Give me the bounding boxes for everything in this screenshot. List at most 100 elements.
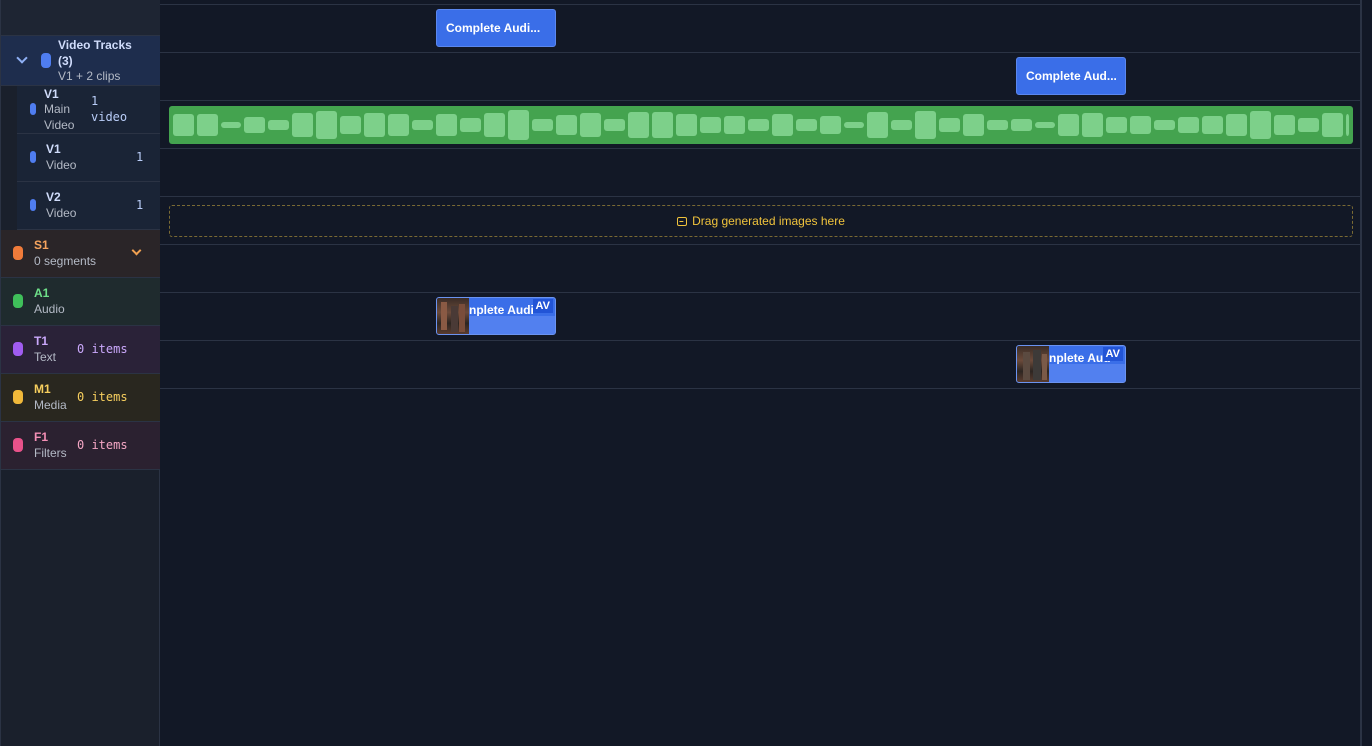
track-id: V2 (46, 190, 61, 204)
waveform-bar (1322, 113, 1343, 137)
waveform-bar (1011, 119, 1032, 131)
track-color-dot (13, 246, 23, 260)
timeline-lane-v2 (160, 149, 1360, 197)
waveform-bar (1346, 114, 1349, 136)
track-t1[interactable]: T1 Text 0 items (1, 326, 160, 374)
av-badge: AV (1102, 347, 1123, 361)
waveform-bar (652, 112, 673, 138)
waveform-bar (628, 112, 649, 138)
main-video-waveform[interactable] (169, 106, 1353, 144)
track-v2[interactable]: V2 Video 1 (17, 182, 160, 230)
timeline-area[interactable]: Complete Audi... Complete Aud... Drag ge… (160, 0, 1360, 746)
waveform-bar (604, 119, 625, 131)
track-color-dot (30, 103, 36, 115)
waveform-bar (268, 120, 289, 130)
track-type: 0 segments (34, 254, 97, 268)
waveform-bar (1178, 117, 1199, 133)
track-type: Audio (34, 302, 65, 316)
track-type: Video (46, 206, 77, 220)
waveform-bar (197, 114, 218, 136)
waveform-bar (1226, 114, 1247, 136)
track-count: 0 items (77, 342, 128, 356)
track-count: 1 (136, 150, 144, 164)
track-color-dot (30, 151, 36, 163)
track-m1[interactable]: M1 Media 0 items (1, 374, 160, 422)
track-type: Text (34, 350, 57, 364)
waveform-bar (1274, 115, 1295, 135)
waveform-bar (820, 116, 841, 134)
av-clip[interactable]: nplete Audi AV (436, 297, 556, 335)
timeline-lane-av-1: nplete Audi AV (160, 293, 1360, 341)
track-f1[interactable]: F1 Filters 0 items (1, 422, 160, 470)
waveform-bar (436, 114, 457, 136)
track-id: V1 (44, 87, 59, 101)
waveform-bar (460, 118, 481, 132)
track-id: V1 (46, 142, 61, 156)
timeline-lane-clip-1: Complete Audi... (160, 5, 1360, 53)
waveform-bar (891, 120, 912, 130)
waveform-bar (1202, 116, 1223, 134)
track-count: 1 (136, 198, 144, 212)
waveform-bar (412, 120, 433, 130)
waveform-bar (532, 119, 553, 131)
vertical-scrollbar[interactable] (1360, 0, 1372, 746)
image-dropzone[interactable]: Drag generated images here (169, 205, 1353, 237)
track-id: M1 (34, 382, 51, 396)
track-id: T1 (34, 334, 49, 348)
waveform-bar (939, 118, 960, 132)
track-id: A1 (34, 286, 50, 300)
video-clip[interactable]: Complete Aud... (1016, 57, 1126, 95)
clip-thumbnail (437, 298, 469, 334)
waveform-bar (221, 122, 241, 128)
av-clip[interactable]: nplete Aud AV (1016, 345, 1126, 383)
waveform-bar (244, 117, 265, 133)
video-clip[interactable]: Complete Audi... (436, 9, 556, 47)
image-icon (677, 217, 688, 226)
dropzone-text: Drag generated images here (692, 214, 845, 228)
track-color-dot (30, 199, 36, 211)
waveform-bar (508, 110, 529, 140)
waveform-bar (748, 119, 769, 131)
waveform-bar (1058, 114, 1079, 136)
track-color-dot (13, 390, 23, 404)
waveform-bar (556, 115, 577, 135)
track-type: Filters (34, 446, 67, 460)
waveform-bar (1250, 111, 1271, 139)
track-s1[interactable]: S1 0 segments (1, 230, 160, 278)
waveform-bar (772, 114, 793, 136)
track-count: 0 items (77, 438, 128, 452)
track-id: S1 (34, 238, 49, 252)
waveform-bar (987, 120, 1008, 130)
timeline-lane-audio (160, 245, 1360, 293)
video-color-dot (41, 53, 51, 68)
track-v1[interactable]: V1 Video 1 (17, 134, 160, 182)
track-type: Media (34, 398, 67, 412)
waveform-bar (484, 113, 505, 137)
timeline-lane-main-video (160, 101, 1360, 149)
waveform-bar (173, 114, 194, 136)
waveform-bar (580, 113, 601, 137)
waveform-bar (292, 113, 313, 137)
track-type: Main Video (44, 102, 75, 132)
waveform-bar (1082, 113, 1103, 137)
video-tracks-group[interactable]: Video Tracks (3) V1 + 2 clips (1, 36, 160, 86)
waveform-bar (388, 114, 409, 136)
chevron-down-icon[interactable] (131, 245, 142, 256)
track-sidebar: Video Tracks (3) V1 + 2 clips V1 Main Vi… (0, 0, 160, 746)
waveform-bar (867, 112, 888, 138)
waveform-bar (915, 111, 936, 139)
track-count: 1 video (91, 94, 128, 124)
track-v1-main[interactable]: V1 Main Video 1 video (17, 86, 160, 134)
timeline-lane-subtitles: Drag generated images here (160, 197, 1360, 245)
track-id: F1 (34, 430, 49, 444)
av-clip-lower (469, 316, 555, 334)
waveform-bars (173, 110, 1349, 140)
waveform-bar (1106, 117, 1127, 133)
track-a1[interactable]: A1 Audio (1, 278, 160, 326)
waveform-bar (1130, 116, 1151, 134)
waveform-bar (1154, 120, 1175, 130)
chevron-down-icon[interactable] (16, 52, 28, 64)
track-color-dot (13, 294, 23, 308)
sidebar-header (1, 0, 160, 36)
track-type: Video (46, 158, 77, 172)
